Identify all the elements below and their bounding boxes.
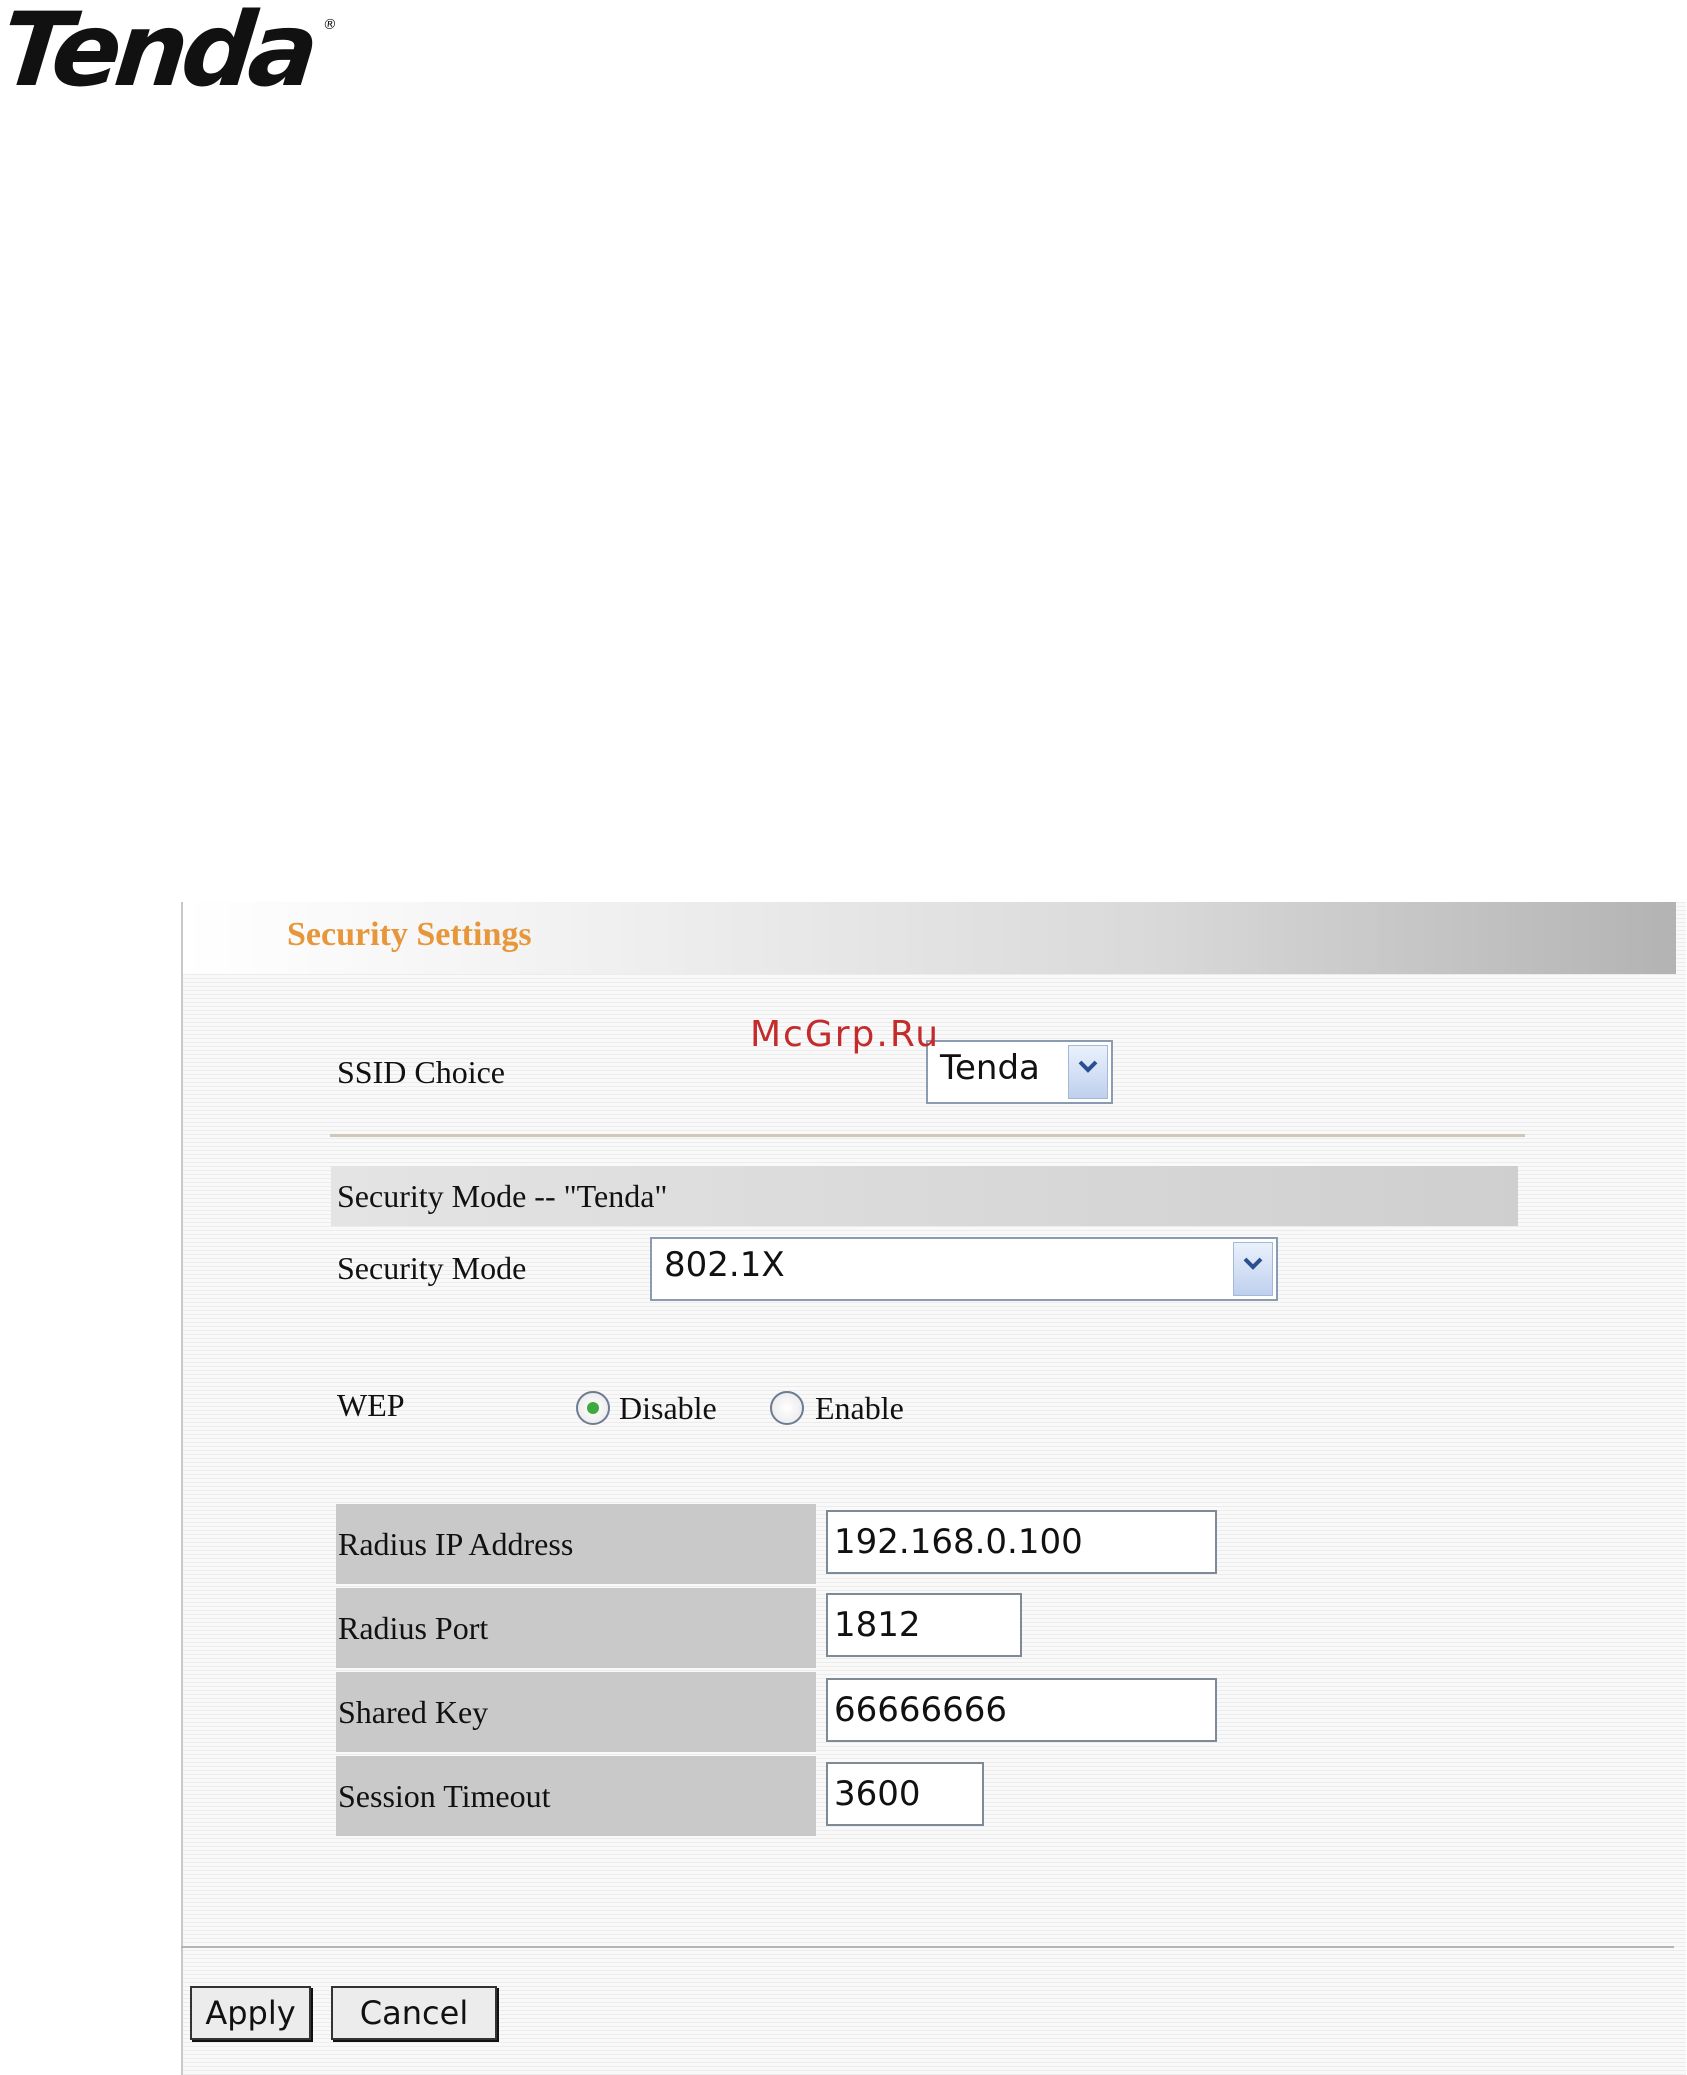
chevron-down-icon [1243,1257,1263,1270]
cancel-button[interactable]: Cancel [331,1986,497,2040]
radius-ip-label: Radius IP Address [338,1526,574,1562]
registered-mark: ® [321,17,338,33]
shared-key-input[interactable] [826,1678,1217,1742]
panel-header: Security Settings [183,902,1676,974]
panel-title: Security Settings [287,916,532,953]
apply-button[interactable]: Apply [190,1986,311,2040]
watermark: McGrp.Ru [750,1014,941,1055]
wep-label: WEP [337,1387,405,1423]
ssid-dropdown-arrow[interactable] [1068,1045,1108,1099]
wep-enable-radio[interactable] [770,1391,804,1425]
radius-ip-label-cell: Radius IP Address [336,1504,816,1584]
radius-ip-input[interactable] [826,1510,1217,1574]
session-timeout-input[interactable] [826,1762,984,1826]
session-timeout-label: Session Timeout [338,1778,551,1814]
security-mode-label: Security Mode [337,1250,527,1286]
ssid-choice-select[interactable]: Tenda [926,1040,1113,1104]
wep-disable-radio[interactable] [576,1391,610,1425]
footer-divider [181,1946,1674,1948]
security-mode-select[interactable]: 802.1X [650,1237,1278,1301]
shared-key-label-cell: Shared Key [336,1672,816,1752]
ssid-choice-value: Tenda [940,1048,1040,1088]
chevron-down-icon [1078,1060,1098,1073]
ssid-choice-label: SSID Choice [337,1054,505,1090]
radio-selected-dot [587,1402,599,1414]
radius-port-label: Radius Port [338,1610,489,1646]
tenda-logo: Tenda ® [0,0,339,110]
logo-text: Tenda [0,0,319,110]
radius-port-input[interactable] [826,1593,1022,1657]
security-mode-header: Security Mode -- "Tenda" [337,1178,668,1214]
shared-key-label: Shared Key [338,1694,489,1730]
wep-enable-label[interactable]: Enable [815,1390,904,1427]
wep-disable-label[interactable]: Disable [619,1390,717,1427]
radius-port-label-cell: Radius Port [336,1588,816,1668]
session-timeout-label-cell: Session Timeout [336,1756,816,1836]
security-mode-dropdown-arrow[interactable] [1233,1242,1273,1296]
security-mode-value: 802.1X [664,1245,785,1285]
divider [330,1134,1525,1137]
